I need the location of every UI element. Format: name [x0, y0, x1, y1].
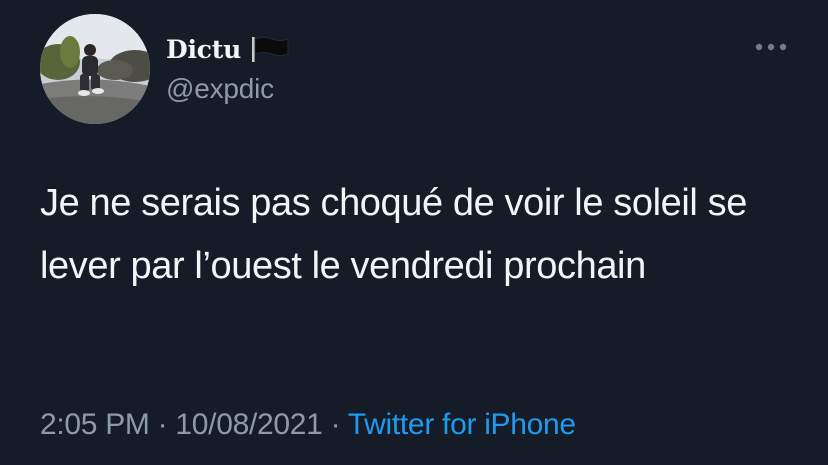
tweet: Dictu @expdic Je ne serais pas choqué de…	[0, 0, 828, 465]
more-options-button[interactable]	[746, 32, 796, 62]
more-horizontal-icon	[755, 43, 787, 51]
avatar-photo	[40, 14, 150, 124]
tweet-time[interactable]: 2:05 PM	[40, 408, 150, 441]
tweet-source-link[interactable]: Twitter for iPhone	[348, 408, 576, 441]
tweet-text: Je ne serais pas choqué de voir le solei…	[40, 182, 747, 287]
avatar[interactable]	[40, 14, 150, 124]
meta-separator: ·	[322, 408, 348, 441]
tweet-meta: 2:05 PM · 10/08/2021 · Twitter for iPhon…	[40, 408, 576, 442]
tweet-date[interactable]: 10/08/2021	[175, 408, 322, 441]
author-handle[interactable]: @expdic	[166, 73, 274, 105]
black-flag-icon	[250, 36, 290, 62]
meta-separator: ·	[149, 408, 176, 441]
display-name[interactable]: Dictu	[166, 35, 241, 64]
author-name-row[interactable]: Dictu	[166, 31, 290, 67]
